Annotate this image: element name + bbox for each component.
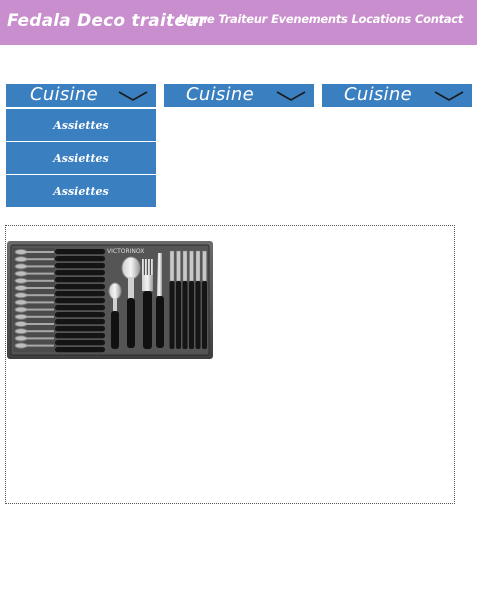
- dropdown-label: Cuisine: [30, 84, 98, 105]
- nav-link-home[interactable]: Home: [178, 12, 214, 26]
- chevron-down-icon: [434, 91, 464, 101]
- dropdown-label: Cuisine: [186, 84, 254, 105]
- dropdown-menu-cuisine-2[interactable]: Cuisine: [164, 84, 314, 107]
- chevron-down-icon: [118, 91, 148, 101]
- submenu-item-assiettes[interactable]: Assiettes: [6, 175, 156, 207]
- cutlery-set-image[interactable]: VICTORINOX: [7, 241, 213, 359]
- brand-mark-text: VICTORINOX: [107, 248, 144, 255]
- dropdown-menu-cuisine-1[interactable]: Cuisine: [6, 84, 156, 107]
- main-nav: Home Traiteur Evenements Locations Conta…: [178, 12, 463, 26]
- nav-link-locations[interactable]: Locations: [352, 12, 412, 26]
- nav-link-contact[interactable]: Contact: [415, 12, 463, 26]
- nav-link-traiteur[interactable]: Traiteur: [218, 12, 267, 26]
- chevron-down-icon: [276, 91, 306, 101]
- dropdown-menu-cuisine-3[interactable]: Cuisine: [322, 84, 472, 107]
- site-header: Fedala Deco traiteur Home Traiteur Evene…: [0, 0, 477, 45]
- submenu-item-assiettes[interactable]: Assiettes: [6, 109, 156, 142]
- nav-link-evenements[interactable]: Evenements: [271, 12, 348, 26]
- submenu-item-assiettes[interactable]: Assiettes: [6, 142, 156, 175]
- site-logo-text[interactable]: Fedala Deco traiteur: [7, 11, 207, 31]
- dropdown-submenu: Assiettes Assiettes Assiettes: [6, 109, 156, 207]
- dropdown-label: Cuisine: [344, 84, 412, 105]
